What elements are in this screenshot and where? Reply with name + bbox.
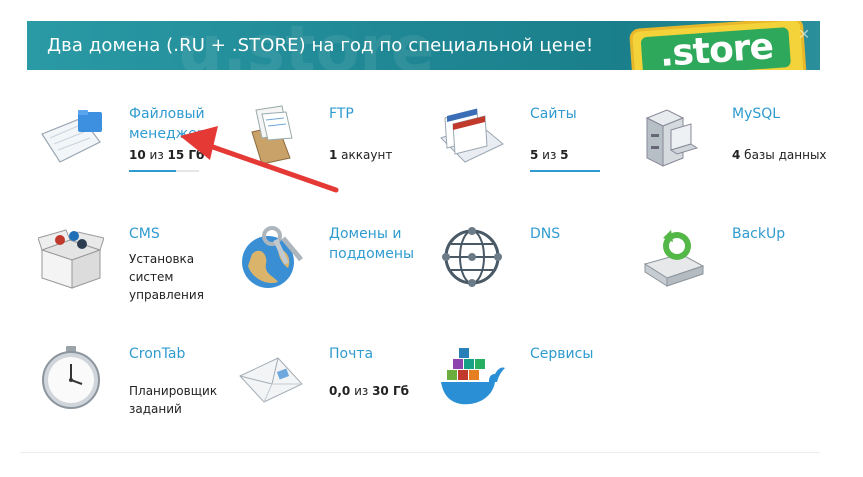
banner-close-icon[interactable]: ✕ [798, 27, 810, 43]
clock-icon [42, 346, 100, 409]
mysql-unit: базы данных [740, 148, 827, 162]
sites-icon [440, 108, 504, 163]
cms-box-icon [38, 229, 104, 289]
services-link[interactable]: Сервисы [530, 344, 640, 364]
sites-usage: 5 из 5 [530, 146, 640, 164]
tile-mysql[interactable]: MySQL 4 базы данных [641, 104, 841, 214]
file-manager-icon [41, 110, 102, 163]
file-manager-sep: из [145, 148, 168, 162]
dns-link[interactable]: DNS [530, 224, 640, 244]
docker-whale-icon [441, 348, 505, 405]
mail-sep: из [350, 384, 373, 398]
mail-used: 0,0 [329, 384, 351, 398]
tile-cms[interactable]: CMS Установка систем управления [38, 224, 238, 334]
sites-progress-fill [530, 170, 600, 172]
file-manager-usage: 10 из 15 Гб [129, 146, 239, 164]
mysql-icon [645, 109, 699, 167]
tile-dns[interactable]: DNS [439, 224, 639, 334]
mail-link[interactable]: Почта [329, 344, 439, 364]
tile-file-manager[interactable]: Файловый менеджер 10 из 15 Гб [38, 104, 238, 214]
dns-network-icon [442, 227, 502, 287]
sites-total: 5 [560, 148, 569, 162]
ftp-accounts: 1 аккаунт [329, 146, 439, 164]
mysql-link[interactable]: MySQL [732, 104, 842, 124]
backup-link[interactable]: BackUp [732, 224, 842, 244]
globe-keys-icon [242, 226, 304, 288]
sites-progress [530, 170, 600, 172]
tile-crontab[interactable]: CronTab Планировщик заданий [38, 344, 238, 454]
mail-envelope-icon [239, 357, 303, 403]
store-badge-board: .store [640, 26, 792, 70]
backup-drive-icon [643, 230, 705, 287]
crontab-link[interactable]: CronTab [129, 344, 239, 364]
tile-backup[interactable]: BackUp [641, 224, 841, 334]
ftp-icon [251, 105, 293, 165]
cms-description: Установка систем управления [129, 252, 204, 302]
file-manager-used: 10 [129, 148, 146, 162]
mail-total: 30 Гб [372, 384, 409, 398]
tile-sites[interactable]: Сайты 5 из 5 [439, 104, 639, 214]
cms-link[interactable]: CMS [129, 224, 239, 244]
tile-mail[interactable]: Почта 0,0 из 30 Гб [238, 344, 438, 454]
store-badge: .store [628, 21, 808, 70]
ftp-link[interactable]: FTP [329, 104, 439, 124]
sites-link[interactable]: Сайты [530, 104, 640, 124]
mysql-databases: 4 базы данных [732, 146, 842, 164]
file-manager-progress-fill [129, 170, 176, 172]
store-badge-text: .store [658, 26, 775, 70]
mail-usage: 0,0 из 30 Гб [329, 382, 439, 400]
file-manager-link[interactable]: Файловый менеджер [129, 104, 239, 144]
bottom-divider [20, 452, 820, 453]
file-manager-total: 15 Гб [167, 148, 205, 162]
file-manager-progress [129, 170, 199, 172]
tile-services[interactable]: Сервисы [439, 344, 639, 454]
ftp-unit: аккаунт [337, 148, 393, 162]
promo-banner[interactable]: u.store Два домена (.RU + .STORE) на год… [27, 21, 820, 70]
crontab-description: Планировщик заданий [129, 384, 218, 416]
domains-link[interactable]: Домены и поддомены [329, 224, 439, 264]
sites-sep: из [538, 148, 561, 162]
tile-ftp[interactable]: FTP 1 аккаунт [238, 104, 438, 214]
banner-text: Два домена (.RU + .STORE) на год по спец… [47, 35, 594, 56]
tile-domains[interactable]: Домены и поддомены [238, 224, 438, 334]
